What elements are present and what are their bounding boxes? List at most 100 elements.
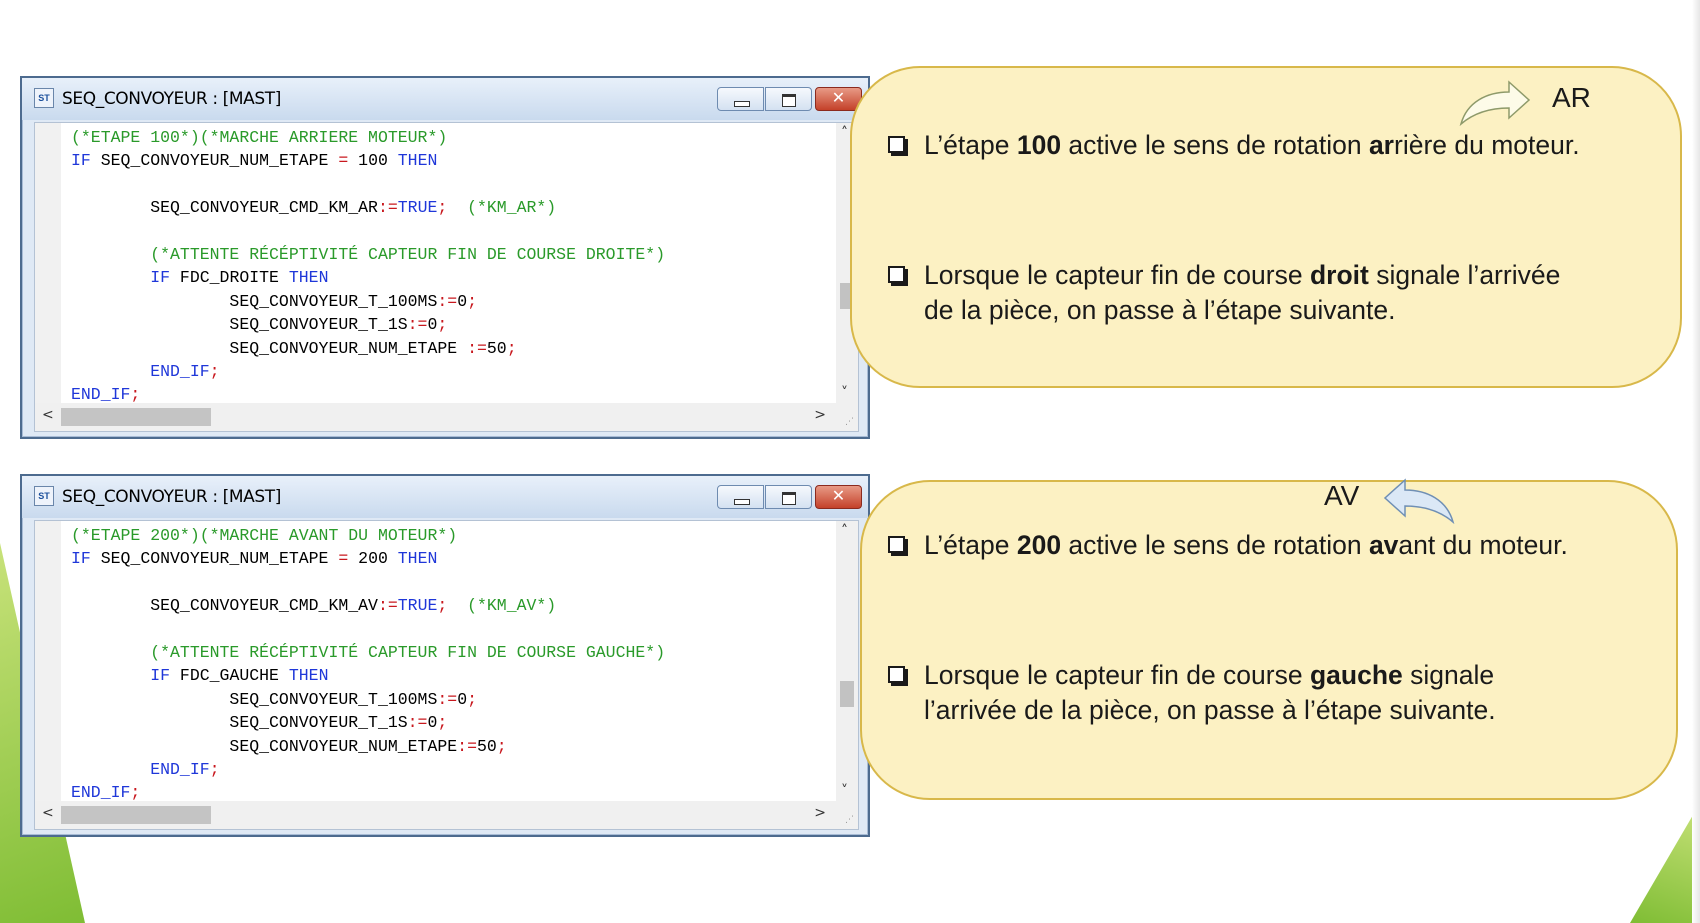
code-line[interactable]: (*ETAPE 200*)(*MARCHE AVANT DU MOTEUR*): [71, 524, 665, 547]
code-line[interactable]: SEQ_CONVOYEUR_NUM_ETAPE :=50;: [71, 337, 665, 360]
code-line[interactable]: (*ATTENTE RÉCÉPTIVITÉ CAPTEUR FIN DE COU…: [71, 641, 665, 664]
scroll-up-icon[interactable]: ˄: [841, 125, 848, 141]
scroll-down-icon[interactable]: ˅: [841, 783, 848, 799]
bold-text: 200: [1016, 530, 1062, 560]
code-line[interactable]: SEQ_CONVOYEUR_CMD_KM_AV:=TRUE; (*KM_AV*): [71, 594, 665, 617]
code-line[interactable]: IF SEQ_CONVOYEUR_NUM_ETAPE = 200 THEN: [71, 547, 665, 570]
decorative-green-triangle-right: [1630, 803, 1700, 923]
code-token-op: :=: [467, 338, 487, 358]
code-token-op: :=: [457, 736, 477, 756]
code-token-ident: SEQ_CONVOYEUR_T_1S: [71, 315, 408, 335]
code-token-op: =: [338, 549, 349, 569]
horizontal-scroll-thumb[interactable]: [61, 806, 211, 824]
minimize-button[interactable]: [717, 87, 764, 111]
code-token-op: :=: [407, 713, 428, 733]
code-line[interactable]: [71, 173, 665, 196]
code-line[interactable]: (*ETAPE 100*)(*MARCHE ARRIERE MOTEUR*): [71, 126, 665, 149]
code-window-etape-100: ST SEQ_CONVOYEUR : [MAST] ✕ (*ETAPE 100*…: [20, 76, 870, 439]
code-token-ident: SEQ_CONVOYEUR_NUM_ETAPE: [90, 151, 339, 171]
code-text[interactable]: (*ETAPE 100*)(*MARCHE ARRIERE MOTEUR*) IF…: [71, 126, 665, 407]
vertical-scrollbar[interactable]: ˄ ˅: [836, 521, 858, 801]
code-token-keyword: END_IF: [71, 361, 210, 381]
checkbox-bullet-icon: [888, 266, 905, 283]
bullet-text: L’étape: [924, 530, 1017, 560]
code-token-keyword: IF: [71, 549, 91, 569]
callout-bullet: Lorsque le capteur fin de course droit s…: [888, 258, 1560, 328]
code-token-keyword: IF: [71, 151, 91, 171]
scroll-down-icon[interactable]: ˅: [841, 385, 848, 401]
code-editor[interactable]: (*ETAPE 100*)(*MARCHE ARRIERE MOTEUR*) IF…: [34, 122, 859, 432]
code-token-number: 0: [457, 291, 468, 311]
code-editor[interactable]: (*ETAPE 200*)(*MARCHE AVANT DU MOTEUR*) I…: [34, 520, 859, 830]
code-line[interactable]: SEQ_CONVOYEUR_NUM_ETAPE:=50;: [71, 735, 665, 758]
code-token-number: 50: [486, 338, 507, 358]
code-token-comment: (*KM_AV*): [447, 596, 557, 616]
scroll-left-icon[interactable]: <: [42, 407, 54, 423]
scroll-right-icon[interactable]: >: [814, 805, 826, 821]
code-token-op: ;: [209, 361, 220, 381]
horizontal-scroll-thumb[interactable]: [61, 408, 211, 426]
code-token-op: ;: [437, 596, 448, 616]
window-titlebar[interactable]: ST SEQ_CONVOYEUR : [MAST] ✕: [22, 78, 868, 120]
close-button[interactable]: ✕: [815, 485, 862, 509]
code-line[interactable]: [71, 220, 665, 243]
resize-grip-icon[interactable]: ⋰: [845, 417, 854, 427]
vertical-scroll-thumb[interactable]: [840, 681, 854, 707]
code-token-keyword: END_IF: [71, 759, 210, 779]
code-line[interactable]: SEQ_CONVOYEUR_T_1S:=0;: [71, 313, 665, 336]
code-line[interactable]: SEQ_CONVOYEUR_CMD_KM_AR:=TRUE; (*KM_AR*): [71, 196, 665, 219]
curved-arrow-left-icon: [1383, 478, 1455, 525]
minimize-icon: [734, 101, 750, 107]
bold-text: droit: [1309, 260, 1369, 290]
code-line[interactable]: END_IF;: [71, 360, 665, 383]
code-text[interactable]: (*ETAPE 200*)(*MARCHE AVANT DU MOTEUR*) I…: [71, 524, 665, 805]
code-token-ident: FDC_DROITE: [170, 268, 289, 288]
maximize-button[interactable]: [765, 485, 812, 509]
code-line[interactable]: IF FDC_GAUCHE THEN: [71, 664, 665, 687]
code-token-ident: SEQ_CONVOYEUR_NUM_ETAPE: [71, 338, 468, 358]
scroll-up-icon[interactable]: ˄: [841, 523, 848, 539]
code-token-number: 0: [427, 713, 438, 733]
code-token-number: 0: [457, 689, 468, 709]
code-line[interactable]: END_IF;: [71, 758, 665, 781]
explanation-callout-ar: AR L’étape 100 active le sens de rotatio…: [850, 66, 1682, 388]
code-token-op: :=: [407, 315, 428, 335]
callout-bullet: Lorsque le capteur fin de course gauche …: [888, 658, 1496, 728]
code-line[interactable]: IF FDC_DROITE THEN: [71, 266, 665, 289]
resize-grip-icon[interactable]: ⋰: [845, 815, 854, 825]
bold-text: ar: [1368, 130, 1394, 160]
horizontal-scrollbar[interactable]: < > ⋰: [35, 403, 858, 431]
code-line[interactable]: IF SEQ_CONVOYEUR_NUM_ETAPE = 100 THEN: [71, 149, 665, 172]
checkbox-bullet-icon: [888, 666, 905, 683]
scroll-right-icon[interactable]: >: [814, 407, 826, 423]
code-token-op: ;: [209, 759, 220, 779]
code-line[interactable]: SEQ_CONVOYEUR_T_100MS:=0;: [71, 290, 665, 313]
minimize-button[interactable]: [717, 485, 764, 509]
editor-gutter: [35, 123, 61, 403]
window-titlebar[interactable]: ST SEQ_CONVOYEUR : [MAST] ✕: [22, 476, 868, 518]
code-line[interactable]: (*ATTENTE RÉCÉPTIVITÉ CAPTEUR FIN DE COU…: [71, 243, 665, 266]
code-token-comment: (*KM_AR*): [447, 198, 557, 218]
code-token-number: 50: [476, 736, 497, 756]
bullet-text: active le sens de rotation: [1061, 530, 1369, 560]
code-token-op: :=: [377, 596, 398, 616]
code-token-op: =: [338, 151, 349, 171]
code-token-op: ;: [496, 736, 507, 756]
code-line[interactable]: [71, 571, 665, 594]
code-token-keyword: THEN: [397, 549, 438, 569]
code-line[interactable]: [71, 618, 665, 641]
maximize-button[interactable]: [765, 87, 812, 111]
close-icon: ✕: [831, 88, 846, 107]
code-line[interactable]: SEQ_CONVOYEUR_T_1S:=0;: [71, 711, 665, 734]
code-token-op: ;: [437, 198, 448, 218]
code-token-keyword: THEN: [397, 151, 438, 171]
code-token-op: ;: [467, 291, 477, 311]
checkbox-bullet-icon: [888, 136, 905, 153]
code-token-ident: SEQ_CONVOYEUR_NUM_ETAPE: [71, 736, 458, 756]
bullet-text: l’arrivée de la pièce, on passe à l’étap…: [924, 695, 1496, 725]
scroll-left-icon[interactable]: <: [42, 805, 54, 821]
code-line[interactable]: SEQ_CONVOYEUR_T_100MS:=0;: [71, 688, 665, 711]
horizontal-scrollbar[interactable]: < > ⋰: [35, 801, 858, 829]
direction-label-ar: AR: [1552, 82, 1591, 113]
code-token-ident: FDC_GAUCHE: [170, 666, 289, 686]
